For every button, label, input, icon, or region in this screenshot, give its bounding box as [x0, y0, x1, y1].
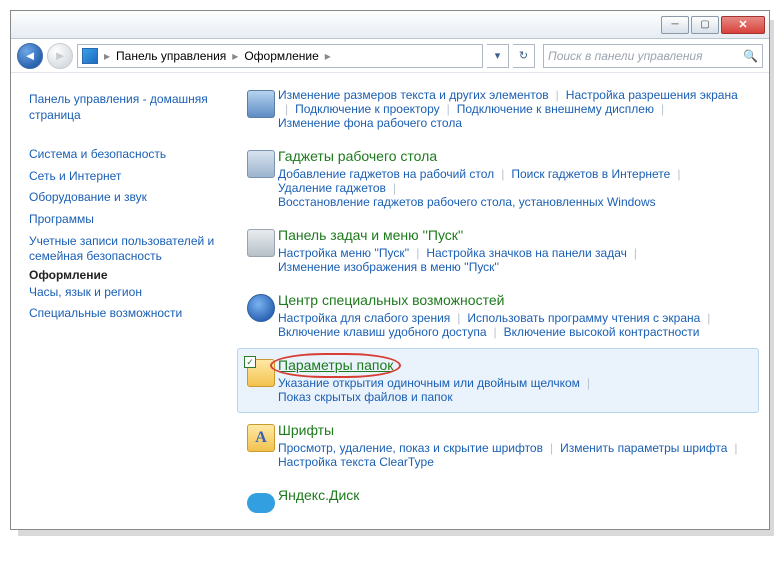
link[interactable]: Подключение к внешнему дисплею	[457, 102, 654, 116]
section-fonts: A Шрифты Просмотр, удаление, показ и скр…	[237, 413, 759, 478]
link[interactable]: Настройка значков на панели задач	[426, 246, 627, 260]
link[interactable]: Настройка разрешения экрана	[566, 88, 738, 102]
sidebar-item-appearance: Оформление	[29, 268, 108, 282]
link[interactable]: Настройка меню ''Пуск''	[278, 246, 409, 260]
window-titlebar: ─ ▢ ✕	[11, 11, 769, 39]
link[interactable]: Изменение фона рабочего стола	[278, 116, 462, 130]
link[interactable]: Восстановление гаджетов рабочего стола, …	[278, 195, 656, 209]
forward-button: ►	[47, 43, 73, 69]
sidebar-item-users[interactable]: Учетные записи пользователей и семейная …	[29, 231, 219, 268]
breadcrumb-sep-icon: ▸	[230, 49, 240, 63]
taskbar-icon	[247, 229, 275, 257]
section-folder-options: ✓ Параметры папок Указание открытия один…	[237, 348, 759, 413]
folder-options-icon: ✓	[247, 359, 275, 387]
gadgets-icon	[247, 150, 275, 178]
link[interactable]: Поиск гаджетов в Интернете	[511, 167, 670, 181]
close-button[interactable]: ✕	[721, 16, 765, 34]
search-placeholder: Поиск в панели управления	[548, 49, 703, 63]
breadcrumb-item[interactable]: Оформление	[240, 49, 322, 63]
sidebar-item-system[interactable]: Система и безопасность	[29, 144, 219, 166]
section-yandex-disk: Яндекс.Диск	[237, 478, 759, 522]
section-taskbar: Панель задач и меню ''Пуск'' Настройка м…	[237, 218, 759, 283]
back-button[interactable]: ◄	[17, 43, 43, 69]
section-title[interactable]: Центр специальных возможностей	[278, 292, 504, 308]
address-history-dropdown[interactable]: ▾	[487, 44, 509, 68]
section-title[interactable]: Шрифты	[278, 422, 334, 438]
maximize-button[interactable]: ▢	[691, 16, 719, 34]
minimize-button[interactable]: ─	[661, 16, 689, 34]
refresh-button[interactable]: ↻	[513, 44, 535, 68]
section-ease-of-access: Центр специальных возможностей Настройка…	[237, 283, 759, 348]
link[interactable]: Изменение размеров текста и других элеме…	[278, 88, 549, 102]
sidebar: Панель управления - домашняя страница Си…	[11, 73, 231, 529]
link[interactable]: Настройка для слабого зрения	[278, 311, 450, 325]
explorer-window: ─ ▢ ✕ ◄ ► ▸ Панель управления ▸ Оформлен…	[10, 10, 770, 530]
link[interactable]: Показ скрытых файлов и папок	[278, 390, 453, 404]
content-pane: Изменение размеров текста и других элеме…	[231, 73, 769, 529]
link[interactable]: Включение клавиш удобного доступа	[278, 325, 487, 339]
cloud-icon	[247, 493, 275, 513]
section-gadgets: Гаджеты рабочего стола Добавление гаджет…	[237, 139, 759, 218]
breadcrumb-sep-icon: ▸	[323, 49, 333, 63]
link[interactable]: Использовать программу чтения с экрана	[467, 311, 700, 325]
sidebar-item-clock[interactable]: Часы, язык и регион	[29, 282, 219, 304]
breadcrumb-sep-icon: ▸	[102, 49, 112, 63]
section-title[interactable]: Панель задач и меню ''Пуск''	[278, 227, 463, 243]
section-display: Изменение размеров текста и других элеме…	[237, 79, 759, 139]
address-bar[interactable]: ▸ Панель управления ▸ Оформление ▸	[77, 44, 483, 68]
section-title[interactable]: Гаджеты рабочего стола	[278, 148, 437, 164]
sidebar-item-hardware[interactable]: Оборудование и звук	[29, 187, 219, 209]
control-panel-icon	[82, 48, 98, 64]
link[interactable]: Добавление гаджетов на рабочий стол	[278, 167, 494, 181]
link[interactable]: Изменение изображения в меню ''Пуск''	[278, 260, 499, 274]
link[interactable]: Просмотр, удаление, показ и скрытие шриф…	[278, 441, 543, 455]
fonts-icon: A	[247, 424, 275, 452]
sidebar-item-programs[interactable]: Программы	[29, 209, 219, 231]
breadcrumb-item[interactable]: Панель управления	[112, 49, 230, 63]
display-icon	[247, 90, 275, 118]
link[interactable]: Удаление гаджетов	[278, 181, 386, 195]
ease-of-access-icon	[247, 294, 275, 322]
sidebar-item-ease[interactable]: Специальные возможности	[29, 303, 219, 325]
sidebar-item-network[interactable]: Сеть и Интернет	[29, 166, 219, 188]
link[interactable]: Указание открытия одиночным или двойным …	[278, 376, 580, 390]
link[interactable]: Включение высокой контрастности	[504, 325, 700, 339]
search-icon: 🔍	[743, 49, 758, 63]
search-input[interactable]: Поиск в панели управления 🔍	[543, 44, 763, 68]
link[interactable]: Настройка текста ClearType	[278, 455, 434, 469]
section-title[interactable]: Параметры папок	[278, 357, 393, 373]
link[interactable]: Подключение к проектору	[295, 102, 440, 116]
checkmark-icon: ✓	[244, 356, 256, 368]
nav-toolbar: ◄ ► ▸ Панель управления ▸ Оформление ▸ ▾…	[11, 39, 769, 73]
section-title[interactable]: Яндекс.Диск	[278, 487, 359, 503]
link[interactable]: Изменить параметры шрифта	[560, 441, 727, 455]
sidebar-home-link[interactable]: Панель управления - домашняя страница	[29, 89, 219, 126]
